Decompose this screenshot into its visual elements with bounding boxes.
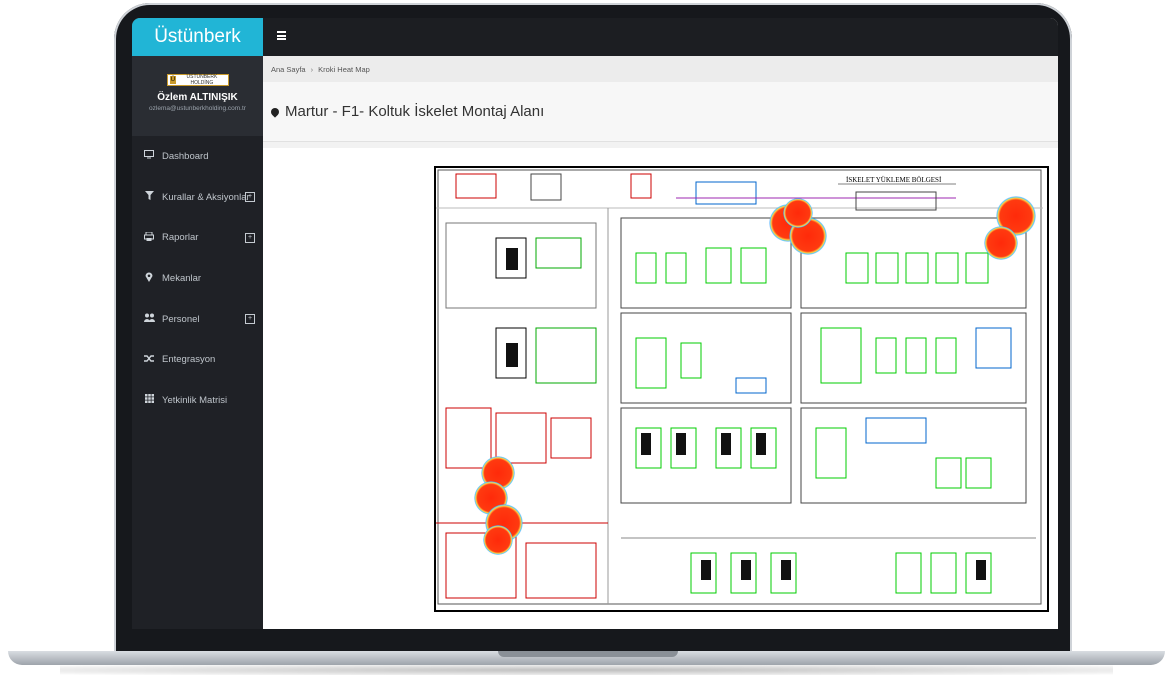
sidebar-item-personel[interactable]: Personel + (132, 299, 263, 340)
sidebar-item-dashboard[interactable]: Dashboard (132, 136, 263, 177)
floorplan-drawing: İSKELET YÜKLEME BÖLGESİ (436, 169, 1043, 605)
grid-icon (142, 394, 156, 406)
sidebar-item-entegrasyon[interactable]: Entegrasyon (132, 339, 263, 380)
breadcrumb-separator-icon: › (310, 64, 314, 74)
laptop-notch (498, 651, 678, 657)
sidebar-nav: Dashboard Kurallar & Aksiyonlar + Raporl… (132, 136, 263, 421)
print-icon (142, 231, 156, 244)
brand-logo-text[interactable]: Üstünberk (132, 18, 263, 56)
page-header: Martur - F1- Koltuk İskelet Montaj Alanı (263, 82, 1058, 142)
expand-plus-icon[interactable]: + (245, 232, 255, 243)
sidebar-item-kurallar[interactable]: Kurallar & Aksiyonlar + (132, 177, 263, 218)
sidebar-item-label: Dashboard (162, 150, 209, 162)
expand-plus-icon[interactable]: + (245, 192, 255, 203)
heat-spot-top-center (769, 198, 827, 255)
map-marker-icon (269, 105, 281, 118)
top-bar (263, 18, 1058, 56)
company-logo: Ü ÜSTÜNBERK HOLDİNG (166, 74, 229, 86)
shuffle-icon (142, 354, 156, 366)
sidebar-item-label: Personel (162, 313, 200, 325)
user-name: Özlem ALTINIŞIK (157, 92, 238, 103)
menu-toggle-icon[interactable] (277, 31, 286, 40)
sidebar-item-raporlar[interactable]: Raporlar + (132, 217, 263, 258)
zone-label: İSKELET YÜKLEME BÖLGESİ (846, 176, 942, 184)
heat-map-floorplan[interactable]: İSKELET YÜKLEME BÖLGESİ (434, 166, 1049, 612)
users-icon (142, 313, 156, 325)
breadcrumb-home[interactable]: Ana Sayfa (271, 65, 306, 74)
page-title: Martur - F1- Koltuk İskelet Montaj Alanı (285, 103, 545, 120)
sidebar-item-label: Kurallar & Aksiyonlar (162, 191, 250, 203)
user-email: ozlema@ustunberkholding.com.tr (149, 105, 246, 112)
laptop-shadow (60, 665, 1113, 675)
company-mark-icon: Ü (169, 76, 177, 84)
sidebar-item-mekanlar[interactable]: Mekanlar (132, 258, 263, 299)
map-marker-icon (142, 272, 156, 285)
breadcrumb-current: Kroki Heat Map (318, 64, 370, 74)
user-profile: Ü ÜSTÜNBERK HOLDİNG Özlem ALTINIŞIK ozle… (132, 56, 263, 136)
sidebar-item-label: Raporlar (162, 232, 199, 244)
heat-spot-top-right (984, 196, 1036, 260)
sidebar-item-label: Entegrasyon (162, 354, 216, 366)
app-screen: Üstünberk Ü ÜSTÜNBERK HOLDİNG Özlem ALTI… (132, 18, 1058, 629)
monitor-icon (142, 150, 156, 162)
sidebar-item-yetkinlik[interactable]: Yetkinlik Matrisi (132, 380, 263, 421)
sidebar-item-label: Yetkinlik Matrisi (162, 394, 228, 406)
sidebar: Üstünberk Ü ÜSTÜNBERK HOLDİNG Özlem ALTI… (132, 18, 263, 629)
expand-plus-icon[interactable]: + (245, 314, 255, 325)
sidebar-item-label: Mekanlar (162, 272, 202, 284)
breadcrumb: Ana Sayfa › Kroki Heat Map (263, 56, 1058, 82)
company-logo-text: ÜSTÜNBERK HOLDİNG (186, 74, 218, 86)
filter-icon (142, 191, 156, 203)
